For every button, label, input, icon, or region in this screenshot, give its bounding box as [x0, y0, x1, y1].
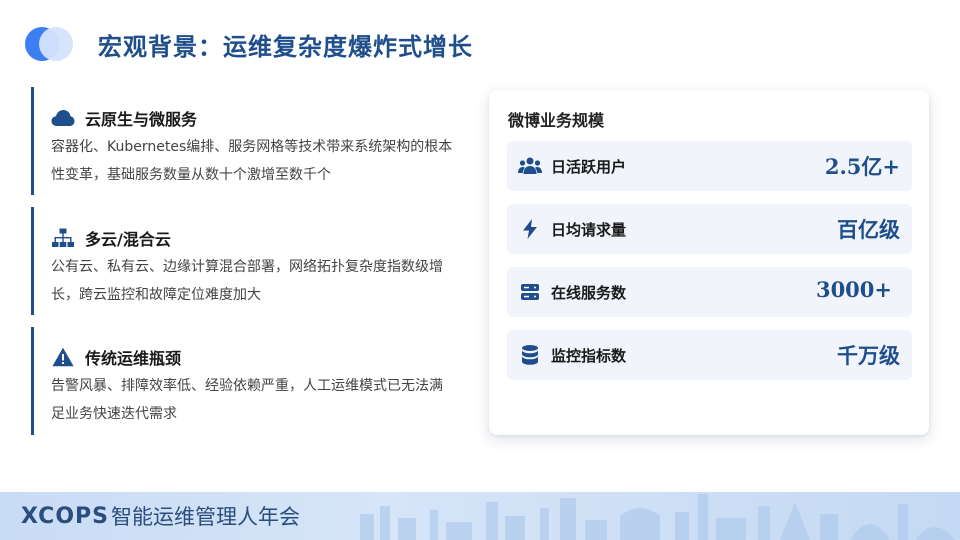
database-icon: [518, 344, 542, 366]
network-icon: [51, 227, 75, 249]
metric-label: 日均请求量: [551, 220, 627, 239]
metric-label: 日活跃用户: [551, 157, 627, 176]
metric-daily-requests: 日均请求量 百亿级: [507, 204, 912, 254]
metric-label: 监控指标数: [551, 346, 627, 365]
cloud-icon: [51, 107, 75, 129]
server-icon: [518, 281, 542, 303]
footer-brand-logo: XCOPS: [21, 503, 109, 529]
footer-banner: XCOPS 智能运维管理人年会: [0, 492, 960, 540]
section-multi-cloud: 多云/混合云 公有云、私有云、边缘计算混合部署，网络拓扑复杂度指数级增长，跨云监…: [31, 207, 461, 315]
metric-label: 在线服务数: [551, 283, 627, 302]
section-title: 多云/混合云: [85, 230, 171, 249]
page-title: 宏观背景：运维复杂度爆炸式增长: [98, 32, 473, 61]
title-decoration-icon: [25, 27, 75, 61]
metric-value: 千万级: [837, 343, 900, 368]
section-title: 云原生与微服务: [85, 110, 198, 129]
section-cloud-native: 云原生与微服务 容器化、Kubernetes编排、服务网格等技术带来系统架构的根…: [31, 87, 461, 195]
metric-daily-active-users: 日活跃用户 2.5亿+: [507, 141, 912, 191]
metric-value: 3000+: [815, 277, 892, 302]
section-description: 容器化、Kubernetes编排、服务网格等技术带来系统架构的根本性变革，基础服…: [51, 139, 453, 183]
footer-subtitle: 智能运维管理人年会: [111, 505, 300, 529]
section-title: 传统运维瓶颈: [85, 349, 182, 368]
metric-online-services: 在线服务数 3000+: [507, 267, 912, 317]
section-traditional-bottleneck: 传统运维瓶颈 告警风暴、排障效率低、经验依赖严重，人工运维模式已无法满足业务快速…: [31, 327, 461, 435]
section-description: 公有云、私有云、边缘计算混合部署，网络拓扑复杂度指数级增长，跨云监控和故障定位难…: [51, 259, 443, 303]
metric-value: 2.5亿+: [824, 154, 900, 179]
card-title: 微博业务规模: [508, 111, 605, 130]
business-scale-card: 微博业务规模 日活跃用户 2.5亿+ 日均请求量 百亿级 在线服务数 3000+…: [489, 90, 929, 435]
section-description: 告警风暴、排障效率低、经验依赖严重，人工运维模式已无法满足业务快速迭代需求: [51, 378, 443, 422]
metric-monitoring-indicators: 监控指标数 千万级: [507, 330, 912, 380]
warning-icon: [51, 346, 75, 368]
users-icon: [518, 155, 542, 177]
bolt-icon: [518, 218, 542, 240]
metric-value: 百亿级: [837, 217, 900, 242]
